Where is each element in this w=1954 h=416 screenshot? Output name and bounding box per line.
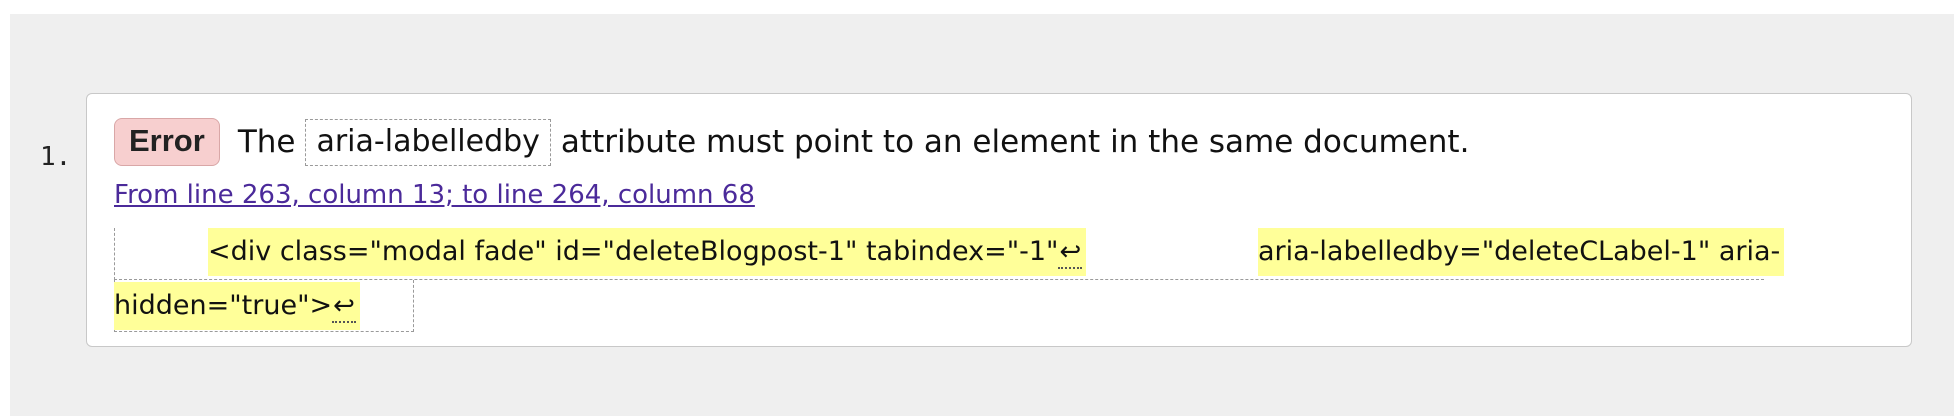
highlighted-code-1: <div class="modal fade" id="deleteBlogpo… bbox=[208, 228, 1087, 276]
code-segment-3: hidden="true"> bbox=[114, 290, 333, 321]
message-line: Error The aria-labelledby attribute must… bbox=[114, 118, 1469, 166]
error-badge: Error bbox=[114, 118, 220, 166]
code-segment-1: <div class="modal fade" id="deleteBlogpo… bbox=[208, 236, 1059, 267]
source-location-link[interactable]: From line 263, column 13; to line 264, c… bbox=[114, 180, 755, 210]
highlighted-code-2: aria-labelledby="deleteCLabel-1" aria- bbox=[1258, 228, 1785, 276]
message-text-before: The bbox=[237, 124, 296, 160]
return-icon: ↩ bbox=[1058, 237, 1083, 269]
list-item-number: 1. bbox=[40, 142, 72, 172]
attribute-code: aria-labelledby bbox=[305, 118, 551, 166]
code-segment-2: aria-labelledby="deleteCLabel-1" aria- bbox=[1258, 236, 1781, 267]
results-area: 1. Error The aria-labelledby attribute m… bbox=[10, 14, 1954, 416]
message-list: 1. Error The aria-labelledby attribute m… bbox=[10, 14, 1954, 416]
message-text-after: attribute must point to an element in th… bbox=[560, 124, 1470, 160]
highlighted-code-3: hidden="true">↩ bbox=[114, 282, 360, 330]
error-message-item: Error The aria-labelledby attribute must… bbox=[86, 93, 1912, 347]
return-icon: ↩ bbox=[332, 291, 356, 323]
